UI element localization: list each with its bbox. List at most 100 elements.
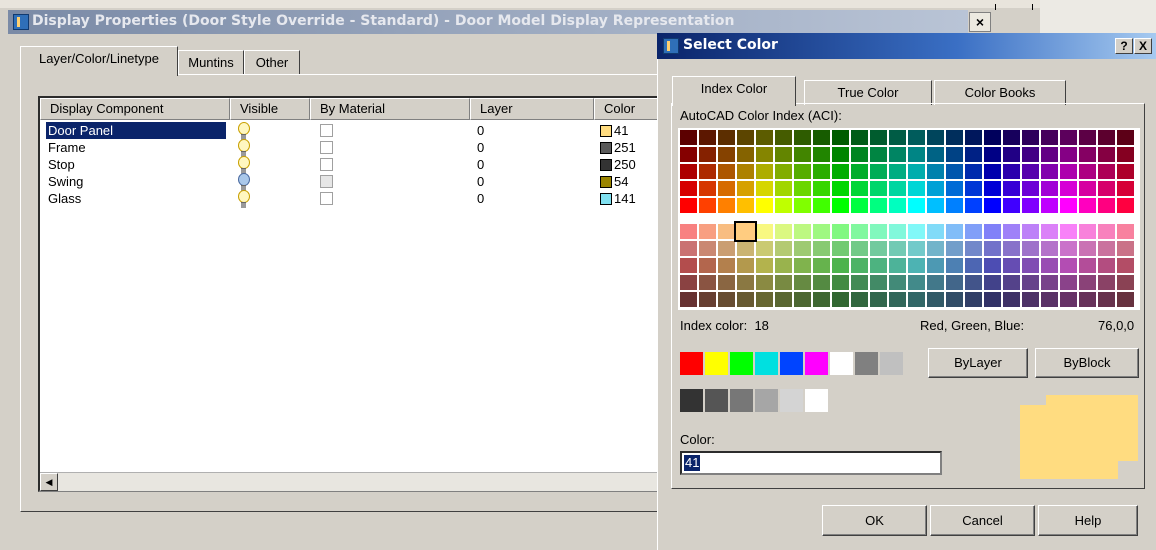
column-header-layer[interactable]: Layer <box>470 98 594 120</box>
palette-cell <box>908 292 925 307</box>
palette-cell <box>756 198 773 213</box>
tab-layer-color-linetype[interactable]: Layer/Color/Linetype <box>20 46 178 76</box>
palette-cell <box>1060 258 1077 273</box>
byblock-button[interactable]: ByBlock <box>1035 348 1139 378</box>
help-button[interactable]: Help <box>1038 505 1138 536</box>
color-swatch[interactable] <box>830 352 853 375</box>
palette-cell <box>699 275 716 290</box>
table-row[interactable]: Frame 0 251 <box>42 139 696 157</box>
palette-cell <box>870 275 887 290</box>
table-row[interactable]: Stop 0 250 <box>42 156 696 174</box>
palette-cell <box>1041 224 1058 239</box>
gray-swatch[interactable] <box>730 389 753 412</box>
color-field[interactable]: 41 <box>680 451 942 475</box>
palette-cell <box>965 224 982 239</box>
palette-cell <box>775 147 792 162</box>
palette-cell <box>1098 224 1115 239</box>
visibility-bulb-icon[interactable] <box>238 190 250 208</box>
color-value[interactable]: 41 <box>614 122 628 139</box>
tab-muntins[interactable]: Muntins <box>178 50 244 75</box>
palette-cell <box>889 292 906 307</box>
palette-cell <box>794 275 811 290</box>
palette-cell <box>1041 198 1058 213</box>
table-row[interactable]: Door Panel 0 41 <box>42 122 696 140</box>
palette-cell <box>1003 292 1020 307</box>
horizontal-scrollbar[interactable]: ◀ <box>40 472 660 491</box>
visibility-bulb-icon[interactable] <box>238 173 250 191</box>
ok-button[interactable]: OK <box>822 505 927 536</box>
palette-cell <box>1098 258 1115 273</box>
tab-other[interactable]: Other <box>244 50 300 75</box>
tab-true-color[interactable]: True Color <box>804 80 932 105</box>
palette-cell <box>927 224 944 239</box>
color-swatch[interactable] <box>730 352 753 375</box>
gray-swatch[interactable] <box>705 389 728 412</box>
palette-cell <box>832 241 849 256</box>
close-icon[interactable]: × <box>969 12 991 32</box>
palette-cell <box>984 258 1001 273</box>
by-material-checkbox[interactable] <box>320 158 333 171</box>
close-button[interactable]: X <box>1134 38 1152 54</box>
layer-value[interactable]: 0 <box>477 156 484 173</box>
palette-cell <box>927 130 944 145</box>
table-row[interactable]: Glass 0 141 <box>42 190 696 208</box>
palette-cell <box>908 258 925 273</box>
palette-cell <box>1003 130 1020 145</box>
palette-cell <box>1098 275 1115 290</box>
visibility-bulb-icon[interactable] <box>238 156 250 174</box>
palette-cell <box>1117 224 1134 239</box>
gray-swatch[interactable] <box>680 389 703 412</box>
palette-cell <box>794 224 811 239</box>
color-swatch[interactable] <box>680 352 703 375</box>
column-header-display-component[interactable]: Display Component <box>40 98 230 120</box>
color-value[interactable]: 251 <box>614 139 636 156</box>
color-swatch[interactable] <box>755 352 778 375</box>
palette-cell <box>1079 147 1096 162</box>
column-header-visible[interactable]: Visible <box>230 98 310 120</box>
color-value[interactable]: 54 <box>614 173 628 190</box>
gray-swatch[interactable] <box>805 389 828 412</box>
color-value[interactable]: 250 <box>614 156 636 173</box>
palette-cell <box>832 258 849 273</box>
gray-swatch[interactable] <box>755 389 778 412</box>
palette-cell <box>1003 275 1020 290</box>
display-component-list[interactable]: Display Component Visible By Material La… <box>38 96 698 492</box>
tab-color-books[interactable]: Color Books <box>934 80 1066 105</box>
palette-cell <box>813 292 830 307</box>
palette-cell <box>946 147 963 162</box>
by-material-checkbox[interactable] <box>320 141 333 154</box>
column-header-by-material[interactable]: By Material <box>310 98 470 120</box>
help-question-button[interactable]: ? <box>1115 38 1133 54</box>
color-value[interactable]: 141 <box>614 190 636 207</box>
palette-cell <box>699 164 716 179</box>
by-material-checkbox[interactable] <box>320 192 333 205</box>
layer-value[interactable]: 0 <box>477 190 484 207</box>
visibility-bulb-icon[interactable] <box>238 122 250 140</box>
tab-index-color[interactable]: Index Color <box>672 76 796 106</box>
by-material-checkbox[interactable] <box>320 124 333 137</box>
by-material-checkbox[interactable] <box>320 175 333 188</box>
palette-cell <box>699 292 716 307</box>
aci-color-palette[interactable] <box>678 128 1140 310</box>
palette-cell <box>1003 147 1020 162</box>
bylayer-button[interactable]: ByLayer <box>928 348 1028 378</box>
color-swatch[interactable] <box>855 352 878 375</box>
visibility-bulb-icon[interactable] <box>238 139 250 157</box>
color-swatch[interactable] <box>705 352 728 375</box>
layer-value[interactable]: 0 <box>477 122 484 139</box>
scroll-left-icon[interactable]: ◀ <box>40 473 58 491</box>
color-swatch[interactable] <box>805 352 828 375</box>
gray-swatch[interactable] <box>780 389 803 412</box>
layer-value[interactable]: 0 <box>477 173 484 190</box>
color-swatch[interactable] <box>880 352 903 375</box>
palette-cell <box>699 224 716 239</box>
palette-cell <box>927 292 944 307</box>
table-row[interactable]: Swing 0 54 <box>42 173 696 191</box>
palette-cell <box>927 164 944 179</box>
palette-cell <box>1003 241 1020 256</box>
palette-cell <box>908 241 925 256</box>
cancel-button[interactable]: Cancel <box>930 505 1035 536</box>
layer-value[interactable]: 0 <box>477 139 484 156</box>
color-swatch[interactable] <box>780 352 803 375</box>
palette-cell <box>1041 241 1058 256</box>
